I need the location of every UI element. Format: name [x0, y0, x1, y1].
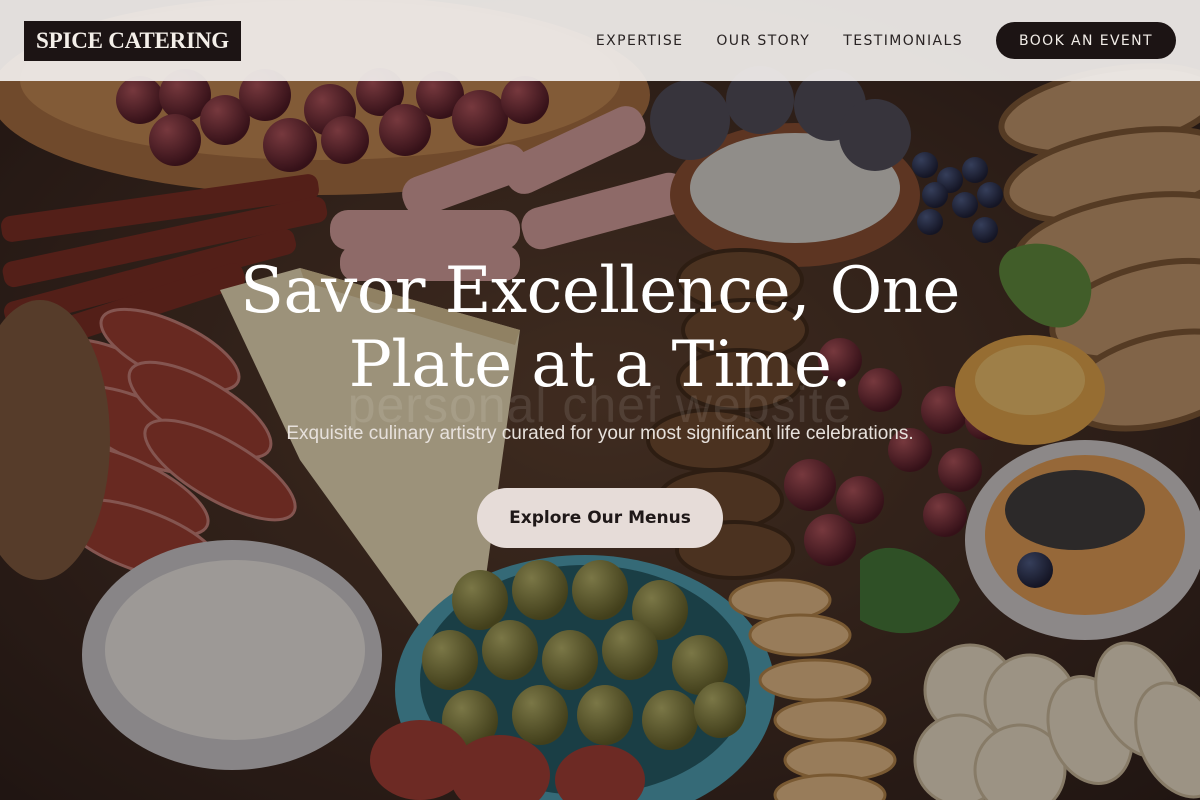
- hero-headline: Savor Excellence, One Plate at a Time.: [240, 254, 960, 402]
- hero-subheadline: Exquisite culinary artistry curated for …: [286, 423, 914, 444]
- hero-content: personal chef website Savor Excellence, …: [0, 0, 1200, 800]
- explore-menus-button[interactable]: Explore Our Menus: [477, 488, 723, 548]
